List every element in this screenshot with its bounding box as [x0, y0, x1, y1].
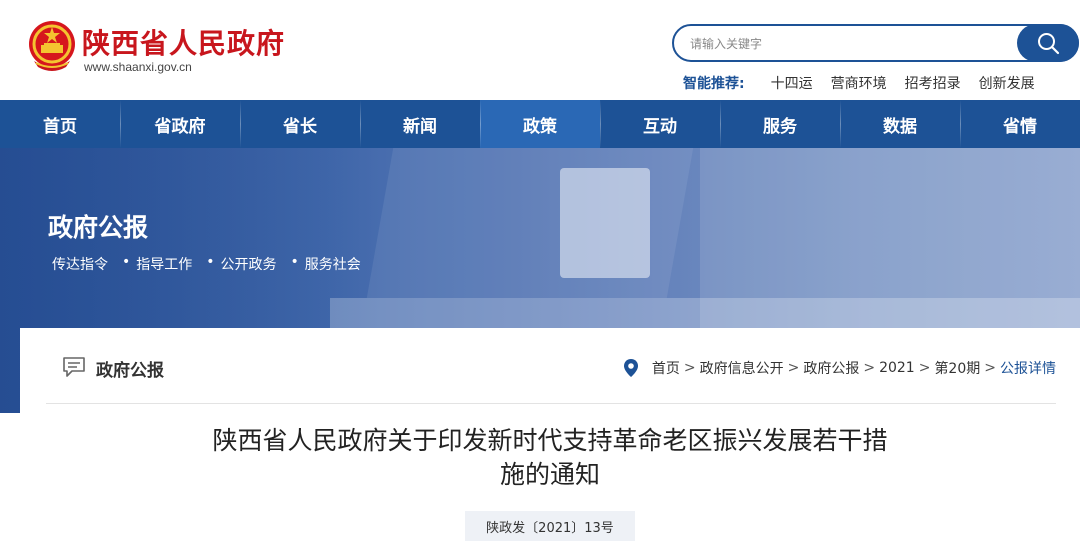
banner-decoration	[560, 168, 650, 278]
breadcrumb: 首页 > 政府信息公开 > 政府公报 > 2021 > 第20期 > 公报详情	[623, 358, 1056, 378]
recommend-item[interactable]: 十四运	[771, 73, 813, 93]
recommend-item[interactable]: 创新发展	[979, 73, 1035, 93]
banner-slogan: 传达指令	[52, 257, 108, 273]
site-title[interactable]: 陕西省人民政府	[82, 22, 285, 62]
section-title: 政府公报	[96, 361, 164, 381]
breadcrumb-item[interactable]: 政府信息公开	[700, 358, 784, 378]
nav-item-governor[interactable]: 省长	[240, 100, 360, 148]
search-icon	[1038, 33, 1060, 55]
nav-item-policy[interactable]: 政策	[480, 100, 600, 148]
nav-item-provincial-government[interactable]: 省政府	[120, 100, 240, 148]
banner-slogan: 指导工作	[136, 257, 193, 273]
breadcrumb-item[interactable]: 政府公报	[803, 358, 859, 378]
document-number: 陕政发〔2021〕13号	[465, 511, 635, 541]
breadcrumb-item[interactable]: 首页	[652, 358, 680, 378]
recommend-bar: 智能推荐: 十四运 营商环境 招考招录 创新发展	[683, 73, 1053, 93]
nav-item-interaction[interactable]: 互动	[600, 100, 720, 148]
banner-slogans: 传达指令 • 指导工作 • 公开政务 • 服务社会	[52, 254, 375, 274]
nav-item-province-info[interactable]: 省情	[960, 100, 1080, 148]
breadcrumb-current: 公报详情	[1000, 361, 1056, 377]
banner-slogan: 公开政务	[220, 257, 277, 273]
recommend-item[interactable]: 营商环境	[831, 73, 887, 93]
bullet-dot: •	[206, 254, 215, 270]
nav-item-home[interactable]: 首页	[0, 100, 120, 148]
content-card: 政府公报 首页 > 政府信息公开 > 政府公报 > 2021 > 第20期 > …	[20, 328, 1080, 546]
location-pin-icon	[623, 359, 638, 377]
breadcrumb-item[interactable]: 2021	[879, 360, 915, 376]
banner-title: 政府公报	[48, 213, 149, 242]
article-title-line: 施的通知	[499, 460, 600, 489]
breadcrumb-separator: >	[984, 360, 996, 376]
breadcrumb-separator: >	[918, 360, 931, 376]
breadcrumb-item[interactable]: 第20期	[934, 358, 980, 378]
banner-slogan: 服务社会	[304, 257, 361, 273]
card-header: 政府公报 首页 > 政府信息公开 > 政府公报 > 2021 > 第20期 > …	[46, 328, 1056, 404]
bullet-dot: •	[290, 254, 299, 270]
breadcrumb-separator: >	[787, 360, 800, 376]
article-title: 陕西省人民政府关于印发新时代支持革命老区振兴发展若干措 施的通知	[150, 424, 950, 492]
recommend-item[interactable]: 招考招录	[905, 73, 961, 93]
main-nav: 首页 省政府 省长 新闻 政策 互动 服务 数据 省情	[0, 100, 1080, 148]
article-title-line: 陕西省人民政府关于印发新时代支持革命老区振兴发展若干措	[212, 426, 888, 455]
national-emblem-icon[interactable]	[26, 19, 78, 73]
bullet-dot: •	[122, 254, 131, 270]
nav-item-service[interactable]: 服务	[720, 100, 840, 148]
site-header: 陕西省人民政府 www.shaanxi.gov.cn 智能推荐: 十四运 营商环…	[0, 0, 1080, 100]
site-url[interactable]: www.shaanxi.gov.cn	[84, 60, 192, 74]
breadcrumb-separator: >	[683, 360, 696, 376]
nav-item-data[interactable]: 数据	[840, 100, 960, 148]
breadcrumb-separator: >	[863, 360, 876, 376]
message-icon	[63, 357, 85, 377]
nav-item-news[interactable]: 新闻	[360, 100, 480, 148]
search-button[interactable]	[1017, 24, 1079, 62]
recommend-label: 智能推荐:	[683, 76, 745, 92]
search-input[interactable]	[690, 35, 990, 53]
search-box	[672, 24, 1079, 62]
